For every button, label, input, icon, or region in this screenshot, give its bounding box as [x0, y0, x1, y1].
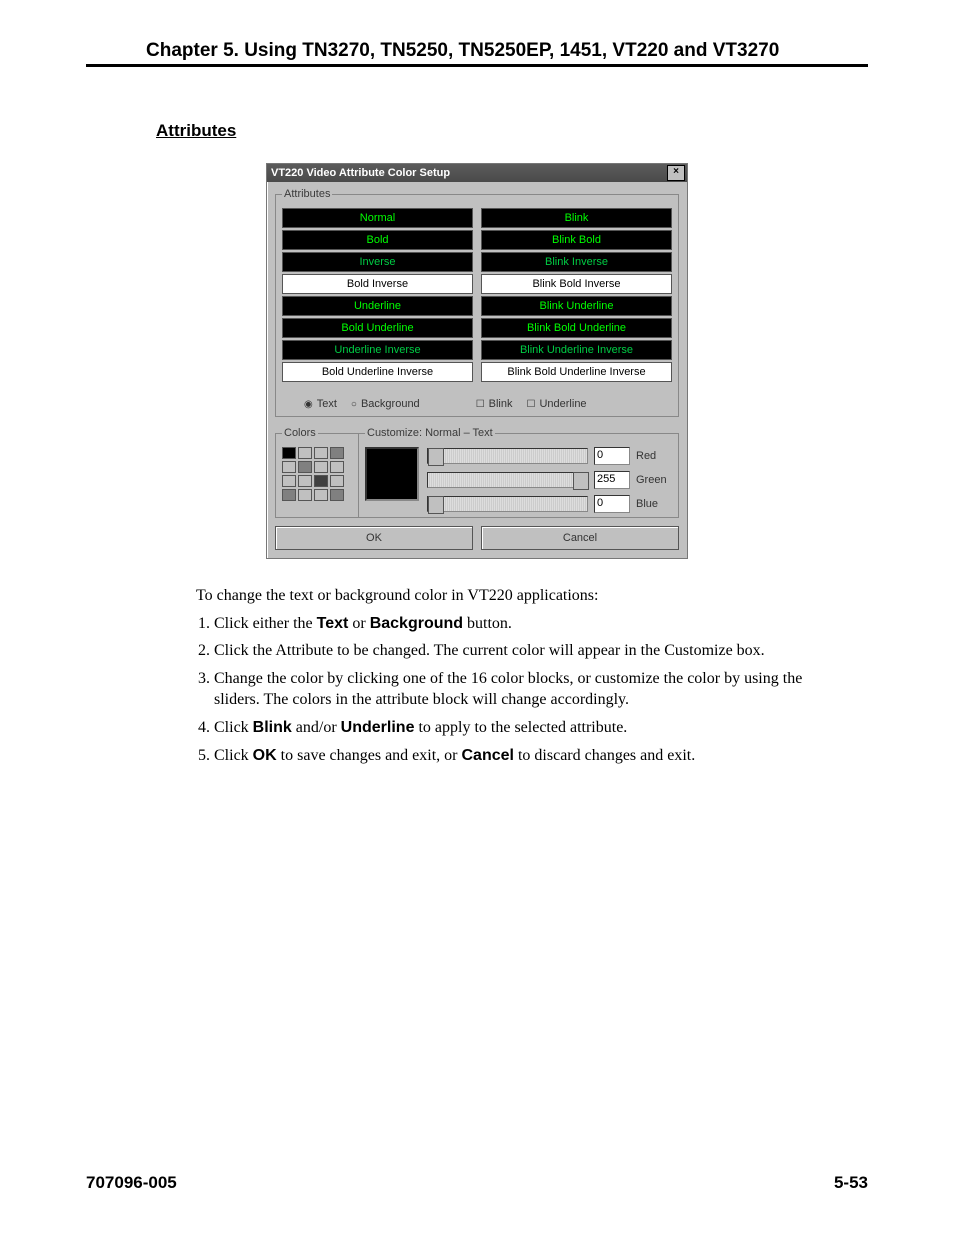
color-swatch[interactable]: [330, 461, 344, 473]
color-swatch[interactable]: [314, 447, 328, 459]
blue-label: Blue: [636, 498, 672, 510]
color-swatch[interactable]: [330, 489, 344, 501]
slider-red[interactable]: [427, 448, 588, 464]
radio-text-label: Text: [317, 398, 337, 410]
check-blink[interactable]: ☐ Blink: [476, 398, 513, 410]
red-label: Red: [636, 450, 672, 462]
attribute-button[interactable]: Underline Inverse: [282, 340, 473, 360]
color-swatch[interactable]: [314, 461, 328, 473]
radio-selected-icon: ◉: [304, 399, 313, 410]
radio-background[interactable]: ○ Background: [351, 398, 420, 410]
attribute-button[interactable]: Blink Bold Inverse: [481, 274, 672, 294]
dialog-title: VT220 Video Attribute Color Setup: [271, 167, 450, 179]
titlebar: VT220 Video Attribute Color Setup ×: [267, 164, 687, 182]
radio-text[interactable]: ◉ Text: [304, 398, 337, 410]
checkbox-icon: ☐: [476, 399, 485, 410]
color-swatch[interactable]: [330, 475, 344, 487]
red-value[interactable]: 0: [594, 447, 630, 465]
attribute-button[interactable]: Underline: [282, 296, 473, 316]
step-item: Click the Attribute to be changed. The c…: [214, 640, 828, 662]
colors-group: Colors: [275, 427, 358, 518]
cancel-button[interactable]: Cancel: [481, 526, 679, 550]
intro-line: To change the text or background color i…: [196, 585, 828, 607]
attribute-button[interactable]: Blink Inverse: [481, 252, 672, 272]
green-value[interactable]: 255: [594, 471, 630, 489]
footer-docnum: 707096-005: [86, 1173, 177, 1193]
attribute-button[interactable]: Blink: [481, 208, 672, 228]
radio-unselected-icon: ○: [351, 399, 357, 410]
color-palette[interactable]: [282, 447, 352, 501]
attributes-group: Attributes Normal Blink Bold Blink Bold Inve…: [275, 188, 679, 417]
color-swatch[interactable]: [298, 447, 312, 459]
attribute-button[interactable]: Blink Bold: [481, 230, 672, 250]
attribute-button[interactable]: Bold Underline Inverse: [282, 362, 473, 382]
color-preview: [365, 447, 419, 501]
attributes-legend: Attributes: [282, 188, 332, 200]
check-underline[interactable]: ☐ Underline: [527, 398, 587, 410]
attribute-button[interactable]: Blink Bold Underline Inverse: [481, 362, 672, 382]
check-blink-label: Blink: [489, 398, 513, 410]
close-icon[interactable]: ×: [667, 165, 685, 181]
slider-blue[interactable]: [427, 496, 588, 512]
ok-button[interactable]: OK: [275, 526, 473, 550]
attribute-button[interactable]: Blink Underline Inverse: [481, 340, 672, 360]
blue-value[interactable]: 0: [594, 495, 630, 513]
check-underline-label: Underline: [539, 398, 586, 410]
attribute-button[interactable]: Inverse: [282, 252, 473, 272]
color-swatch[interactable]: [298, 475, 312, 487]
attribute-button[interactable]: Bold: [282, 230, 473, 250]
color-swatch[interactable]: [282, 489, 296, 501]
footer-pagenum: 5-53: [834, 1173, 868, 1193]
checkbox-icon: ☐: [527, 399, 536, 410]
slider-green[interactable]: [427, 472, 588, 488]
step-item: Click Blink and/or Underline to apply to…: [214, 717, 828, 739]
green-label: Green: [636, 474, 672, 486]
attribute-button[interactable]: Bold Underline: [282, 318, 473, 338]
dialog-window: VT220 Video Attribute Color Setup × Attr…: [266, 163, 688, 559]
attribute-button[interactable]: Normal: [282, 208, 473, 228]
section-title: Attributes: [156, 121, 868, 141]
color-swatch[interactable]: [298, 489, 312, 501]
attribute-button[interactable]: Blink Underline: [481, 296, 672, 316]
color-swatch[interactable]: [314, 489, 328, 501]
step-item: Change the color by clicking one of the …: [214, 668, 828, 711]
customize-legend: Customize: Normal – Text: [365, 427, 495, 439]
radio-background-label: Background: [361, 398, 420, 410]
chapter-header: Chapter 5. Using TN3270, TN5250, TN5250E…: [86, 40, 868, 67]
attribute-button[interactable]: Blink Bold Underline: [481, 318, 672, 338]
step-item: Click OK to save changes and exit, or Ca…: [214, 745, 828, 767]
customize-group: Customize: Normal – Text 0 Red 255: [358, 427, 679, 518]
color-swatch[interactable]: [298, 461, 312, 473]
color-swatch[interactable]: [282, 447, 296, 459]
color-swatch[interactable]: [282, 461, 296, 473]
step-item: Click either the Text or Background butt…: [214, 613, 828, 635]
color-swatch[interactable]: [314, 475, 328, 487]
color-swatch[interactable]: [330, 447, 344, 459]
color-swatch[interactable]: [282, 475, 296, 487]
attribute-button[interactable]: Bold Inverse: [282, 274, 473, 294]
colors-legend: Colors: [282, 427, 318, 439]
instructions: To change the text or background color i…: [196, 585, 828, 766]
